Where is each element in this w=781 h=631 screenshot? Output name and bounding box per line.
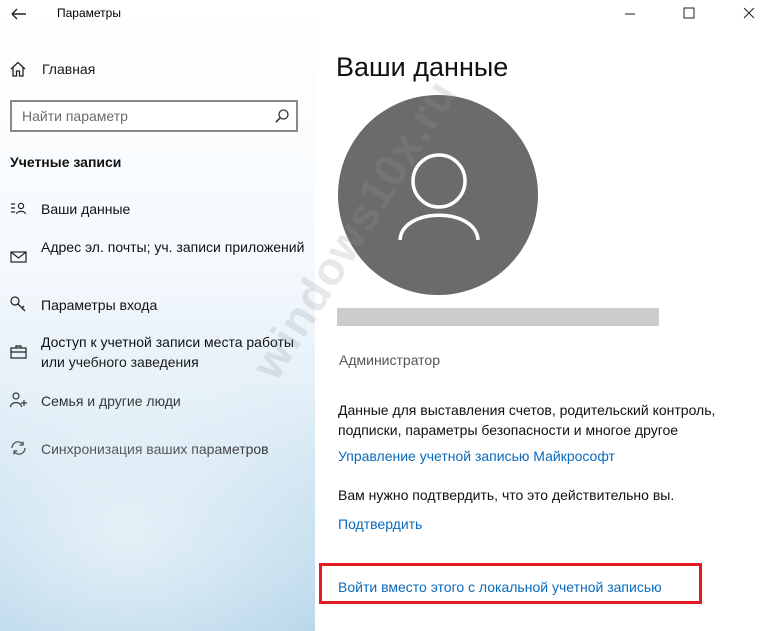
maximize-icon	[683, 7, 695, 19]
titlebar-left: Параметры	[0, 0, 315, 28]
close-icon	[743, 7, 755, 19]
sidebar-item-email-accounts[interactable]: Адрес эл. почты; уч. записи приложений	[0, 237, 315, 279]
sign-in-local-account-link[interactable]: Войти вместо этого с локальной учетной з…	[338, 579, 662, 595]
minimize-button[interactable]	[615, 2, 645, 24]
home-icon	[9, 60, 27, 78]
sidebar-item-sign-in-options[interactable]: Параметры входа	[0, 294, 315, 316]
minimize-icon	[625, 13, 635, 15]
account-description: Данные для выставления счетов, родительс…	[338, 402, 716, 438]
back-button[interactable]	[8, 4, 30, 24]
maximize-button[interactable]	[674, 2, 704, 24]
back-arrow-icon	[11, 8, 26, 20]
briefcase-icon	[9, 343, 29, 361]
user-silhouette-icon	[398, 153, 480, 241]
person-add-icon	[9, 391, 29, 409]
search-box[interactable]	[10, 100, 298, 132]
sidebar-item-label: Ваши данные	[41, 201, 131, 217]
sidebar-item-sync[interactable]: Синхронизация ваших параметров	[0, 438, 315, 460]
sidebar-item-label: Параметры входа	[41, 297, 158, 313]
verify-identity-text: Вам нужно подтвердить, что это действите…	[338, 487, 675, 503]
sidebar-item-family[interactable]: Семья и другие люди	[0, 390, 315, 412]
window-controls	[611, 0, 781, 28]
sidebar-item-your-info[interactable]: Ваши данные	[0, 198, 315, 220]
sidebar-item-label: Синхронизация ваших параметров	[41, 441, 269, 457]
sidebar-item-label: Адрес эл. почты; уч. записи приложений	[41, 239, 305, 255]
sidebar-item-label: Семья и другие люди	[41, 393, 181, 409]
sidebar-item-work-access[interactable]: Доступ к учетной записи места работы или…	[0, 332, 315, 374]
user-role: Администратор	[339, 352, 441, 368]
avatar	[338, 95, 538, 295]
section-title: Учетные записи	[10, 154, 122, 170]
user-name-redacted	[337, 308, 659, 326]
main-content: Ваши данные Администратор Данные для выс…	[315, 0, 781, 631]
key-icon	[9, 295, 29, 313]
close-button[interactable]	[734, 2, 764, 24]
mail-icon	[9, 248, 29, 266]
search-icon[interactable]	[274, 108, 290, 124]
page-title: Ваши данные	[336, 52, 509, 82]
app-title: Параметры	[57, 6, 121, 20]
search-input[interactable]	[12, 102, 262, 130]
sidebar-item-home-label: Главная	[42, 61, 96, 77]
sidebar-item-home[interactable]: Главная	[0, 56, 315, 84]
person-card-icon	[9, 200, 29, 218]
verify-link[interactable]: Подтвердить	[338, 516, 422, 532]
sidebar: Параметры Главная Учетные записи В	[0, 0, 315, 631]
sidebar-item-label: Доступ к учетной записи места работы или…	[41, 334, 294, 370]
sync-icon	[9, 439, 29, 457]
manage-microsoft-account-link[interactable]: Управление учетной записью Майкрософт	[338, 448, 615, 464]
